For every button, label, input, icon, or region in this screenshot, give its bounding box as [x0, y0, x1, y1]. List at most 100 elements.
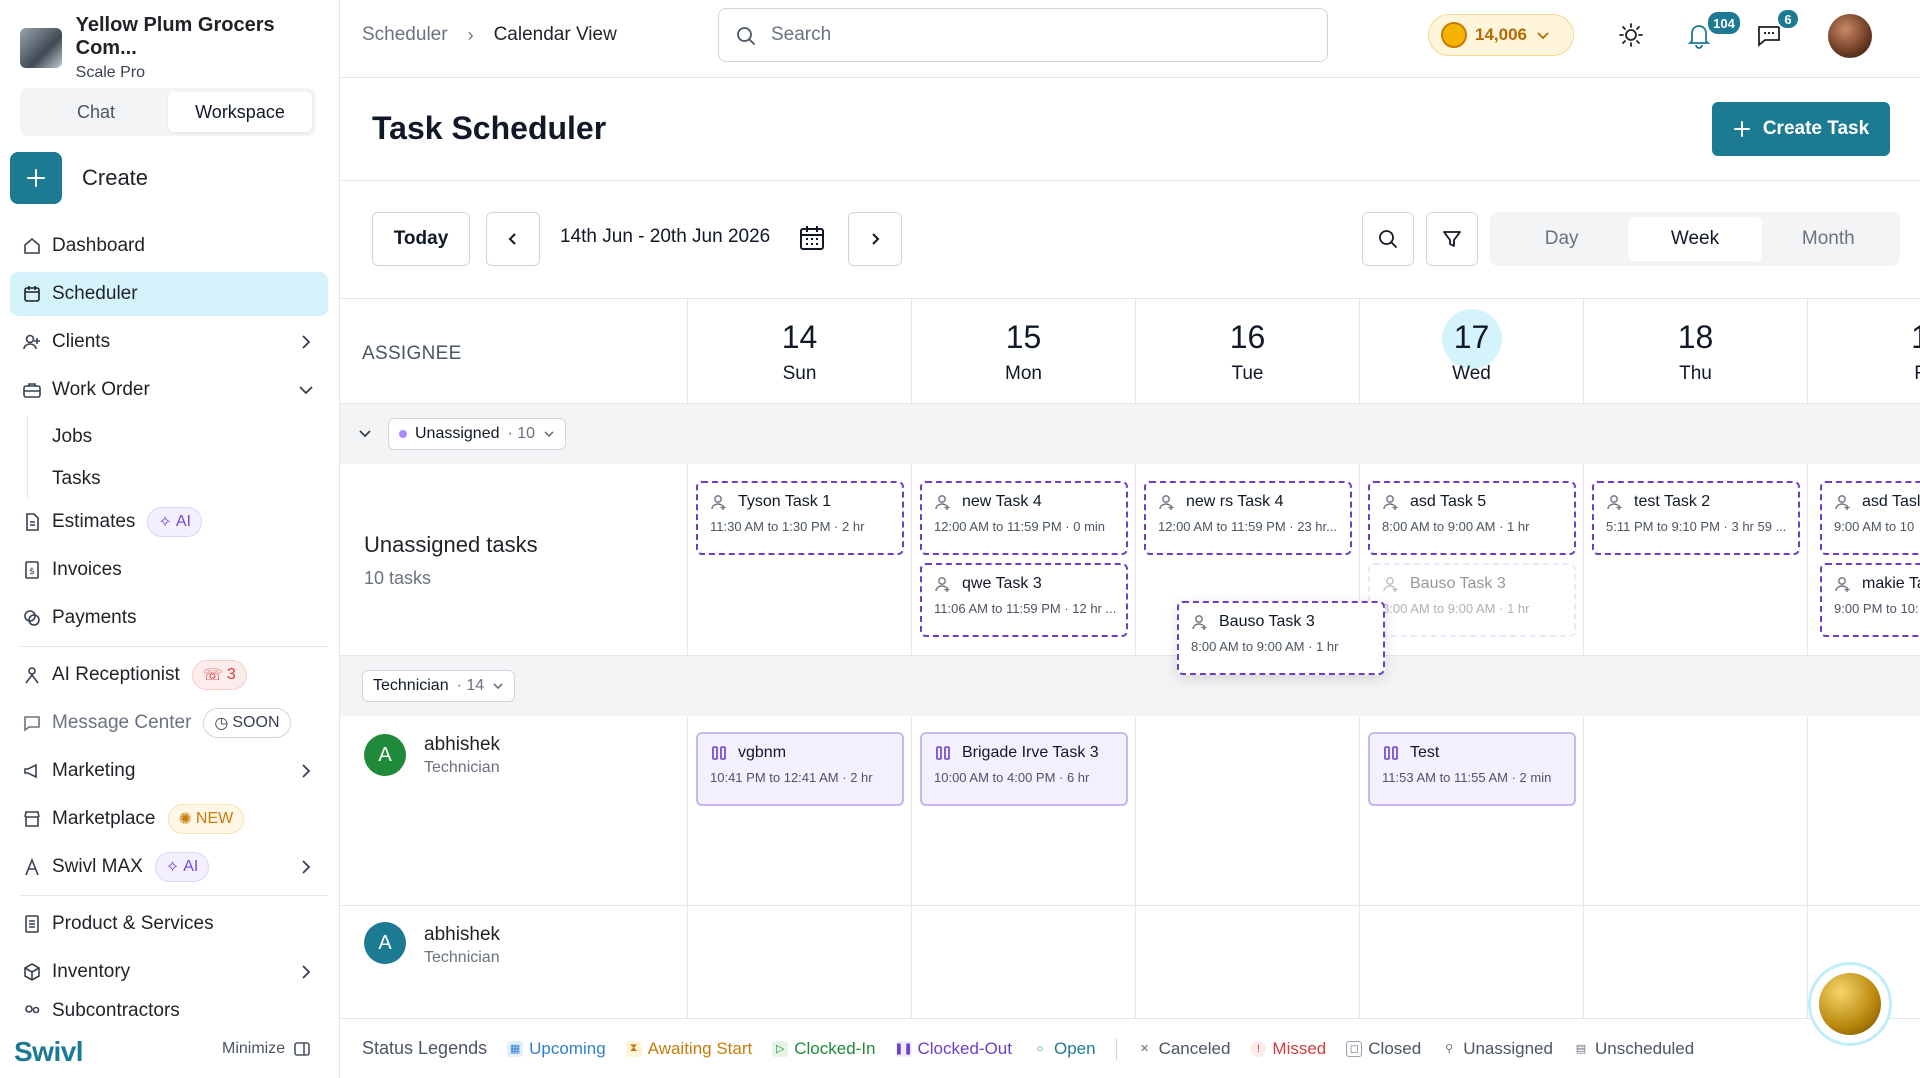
- breadcrumb-scheduler[interactable]: Scheduler: [362, 24, 448, 46]
- filter-button[interactable]: [1426, 212, 1478, 266]
- status-dot: [399, 430, 407, 438]
- day-column-header[interactable]: 14 Sun: [687, 299, 911, 403]
- task-card[interactable]: test Task 2 5:11 PM to 9:10 PM · 3 hr 59…: [1592, 481, 1800, 555]
- sidebar-item-dashboard[interactable]: Dashboard: [10, 224, 328, 268]
- task-card[interactable]: Brigade Irve Task 3 10:00 AM to 4:00 PM …: [920, 732, 1128, 806]
- sidebar-item-message-center[interactable]: Message Center ◷ SOON: [10, 701, 328, 745]
- task-card[interactable]: qwe Task 3 11:06 AM to 11:59 PM · 12 hr …: [920, 563, 1128, 637]
- document-icon: [26, 513, 39, 531]
- day-column-header-today[interactable]: 17 Wed: [1359, 299, 1583, 403]
- tab-chat[interactable]: Chat: [24, 92, 168, 132]
- day-number: 15: [1005, 319, 1042, 355]
- today-button[interactable]: Today: [372, 212, 470, 266]
- group-count: · 14: [456, 677, 485, 694]
- list-icon: [25, 915, 39, 933]
- status-legend: Status Legends ▦ Upcoming ⧗ Awaiting Start…: [340, 1018, 1920, 1078]
- view-day-tab[interactable]: Day: [1495, 217, 1628, 261]
- sidebar-item-inventory[interactable]: Inventory: [10, 950, 328, 994]
- prev-week-button[interactable]: [486, 212, 540, 266]
- chat-workspace-toggle: Chat Workspace: [20, 88, 316, 136]
- sidebar-item-scheduler[interactable]: Scheduler: [10, 272, 328, 316]
- sidebar-item-label: Clients: [52, 331, 111, 352]
- create-button[interactable]: [10, 152, 62, 204]
- task-name: qwe Task 3: [962, 575, 1042, 592]
- ai-assistant-button[interactable]: [1808, 962, 1892, 1046]
- sidebar-nav: Dashboard Scheduler Clients Work Order J…: [10, 224, 328, 1024]
- task-name: Test: [1410, 744, 1440, 761]
- create-task-button[interactable]: Create Task: [1712, 102, 1890, 156]
- sidebar-item-estimates[interactable]: Estimates ✧ AI: [10, 500, 328, 544]
- legend-missed: ! Missed: [1250, 1039, 1326, 1059]
- sidebar-item-subcontractors[interactable]: Subcontractors: [10, 998, 328, 1020]
- sidebar-item-work-order[interactable]: Work Order: [10, 368, 328, 412]
- column-divider: [1135, 716, 1136, 906]
- calendar-picker-icon[interactable]: [798, 224, 826, 252]
- message-icon: [24, 716, 40, 732]
- task-name: asd Task 5: [1410, 493, 1487, 510]
- hourglass-icon: ⧗: [625, 1040, 642, 1057]
- sidebar-item-payments[interactable]: Payments: [10, 596, 328, 640]
- day-column-header[interactable]: 16 Tue: [1135, 299, 1359, 403]
- sidebar-item-swivl-max[interactable]: Swivl MAX ✧ AI: [10, 845, 328, 889]
- sidebar-item-label: Marketplace: [52, 808, 156, 829]
- clocked-out-icon: [712, 746, 726, 760]
- coins-balance[interactable]: 14,006: [1428, 14, 1574, 56]
- sidebar-item-product-services[interactable]: Product & Services: [10, 902, 328, 946]
- swivl-logo: Swivl: [14, 1036, 84, 1067]
- view-month-tab[interactable]: Month: [1762, 217, 1895, 261]
- task-card[interactable]: new rs Task 4 12:00 AM to 11:59 PM · 23 …: [1144, 481, 1352, 555]
- sun-icon[interactable]: [1616, 20, 1646, 50]
- user-avatar[interactable]: [1828, 14, 1872, 58]
- unassigned-group-bar: Unassigned · 10: [340, 404, 1920, 464]
- search-icon: [1379, 230, 1397, 248]
- task-card-dragging[interactable]: Bauso Task 3 8:00 AM to 9:00 AM · 1 hr: [1177, 601, 1385, 675]
- legend-unscheduled: ▤ Unscheduled: [1573, 1039, 1694, 1059]
- task-time: 8:00 AM to 9:00 AM · 1 hr: [1382, 519, 1530, 534]
- day-column-header[interactable]: 1 F: [1807, 299, 1920, 403]
- task-card[interactable]: makie Ta 9:00 PM to 10:: [1820, 563, 1920, 637]
- chevron-down-icon: [299, 386, 313, 395]
- column-divider: [1807, 464, 1808, 656]
- day-column-header[interactable]: 15 Mon: [911, 299, 1135, 403]
- sidebar-item-jobs[interactable]: Jobs: [27, 416, 328, 458]
- minimize-button[interactable]: Minimize: [222, 1040, 311, 1058]
- task-time: 10:00 AM to 4:00 PM · 6 hr: [934, 770, 1090, 785]
- soon-badge: ◷ SOON: [203, 708, 291, 738]
- technician-avatar: A: [364, 922, 406, 964]
- sidebar-item-invoices[interactable]: $ Invoices: [10, 548, 328, 592]
- x-icon: ✕: [1139, 1043, 1150, 1055]
- chevron-down-icon[interactable]: [358, 426, 372, 440]
- day-column-header[interactable]: 18 Thu: [1583, 299, 1807, 403]
- search-input[interactable]: Search: [718, 8, 1328, 62]
- next-week-button[interactable]: [848, 212, 902, 266]
- task-card[interactable]: Tyson Task 1 11:30 AM to 1:30 PM · 2 hr: [696, 481, 904, 555]
- view-week-tab[interactable]: Week: [1628, 217, 1762, 261]
- task-card[interactable]: vgbnm 10:41 PM to 12:41 AM · 2 hr: [696, 732, 904, 806]
- sidebar-item-tasks[interactable]: Tasks: [27, 458, 328, 500]
- technician-group-pill[interactable]: Technician · 14: [362, 670, 516, 702]
- task-card[interactable]: asd Tasl 9:00 AM to 10: [1820, 481, 1920, 555]
- sidebar-item-marketplace[interactable]: Marketplace ✺ NEW: [10, 797, 328, 841]
- chevron-right-icon: [302, 860, 311, 874]
- sidebar-item-ai-receptionist[interactable]: AI Receptionist ☏ 3: [10, 653, 328, 697]
- org-switcher[interactable]: Yellow Plum Grocers Com... Scale Pro: [20, 14, 339, 82]
- chevron-left-icon: [508, 233, 516, 245]
- briefcase-icon: [23, 383, 41, 398]
- unassigned-group-pill[interactable]: Unassigned · 10: [388, 418, 567, 450]
- chevron-down-icon: [493, 683, 503, 690]
- coin-icon: [1441, 22, 1467, 48]
- legend-label: Upcoming: [529, 1038, 606, 1058]
- chevron-right-icon: [302, 764, 311, 778]
- sidebar-item-label: Message Center: [52, 712, 192, 733]
- task-card[interactable]: Test 11:53 AM to 11:55 AM · 2 min: [1368, 732, 1576, 806]
- create-row[interactable]: Create: [10, 152, 148, 204]
- sidebar-item-label: Product & Services: [52, 913, 214, 934]
- org-logo: [20, 28, 62, 68]
- legend-label: Clocked-Out: [917, 1038, 1012, 1058]
- task-card[interactable]: asd Task 5 8:00 AM to 9:00 AM · 1 hr: [1368, 481, 1576, 555]
- sidebar-item-clients[interactable]: Clients: [10, 320, 328, 364]
- tab-workspace[interactable]: Workspace: [168, 92, 312, 132]
- sidebar-item-marketing[interactable]: Marketing: [10, 749, 328, 793]
- calendar-search-button[interactable]: [1362, 212, 1414, 266]
- task-card[interactable]: new Task 4 12:00 AM to 11:59 PM · 0 min: [920, 481, 1128, 555]
